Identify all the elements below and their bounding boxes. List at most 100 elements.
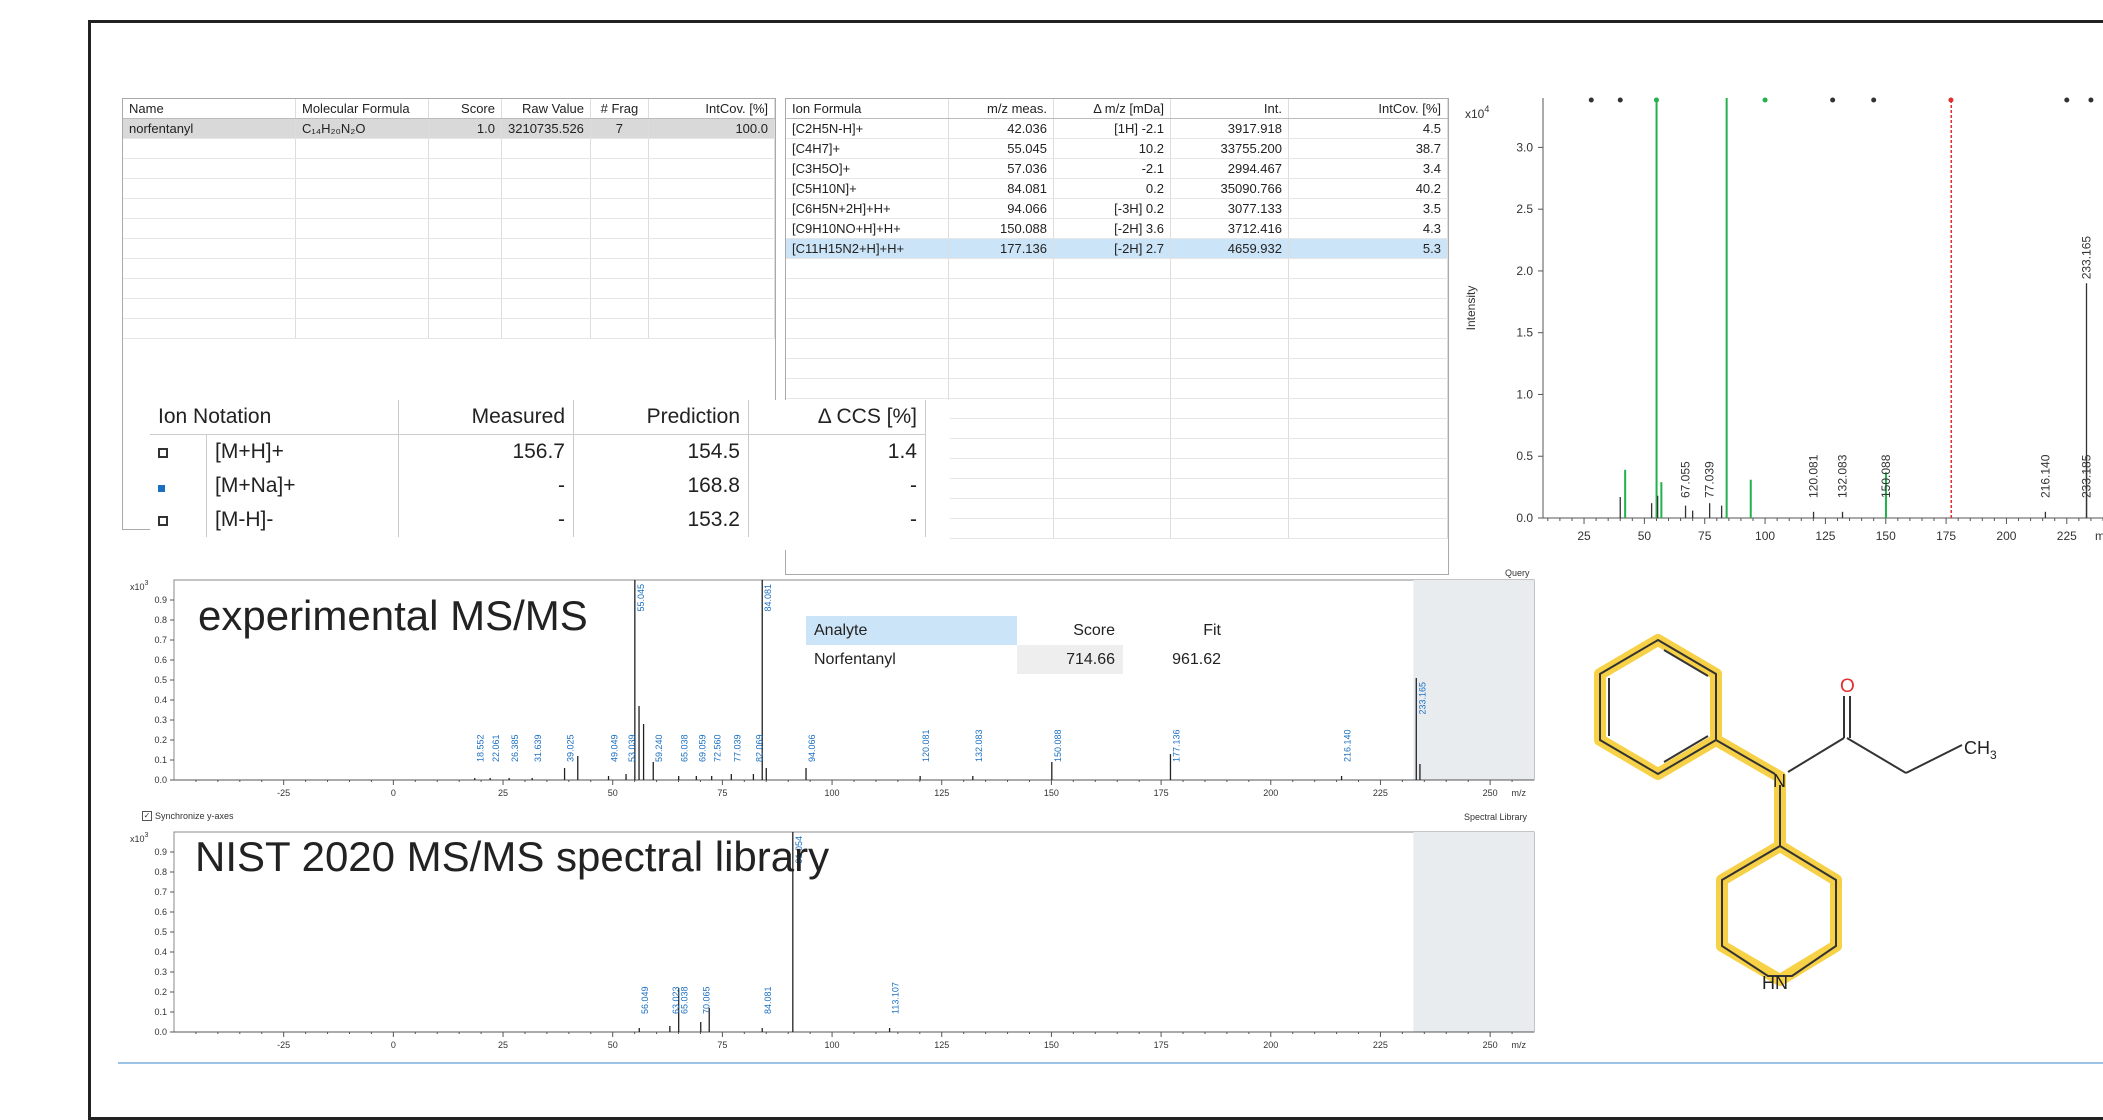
x-tick-label: 25 — [1577, 529, 1591, 540]
peak-label: 39.025 — [566, 734, 576, 762]
col-prediction[interactable]: Prediction — [573, 400, 749, 435]
peak-label: 177.136 — [1171, 729, 1181, 762]
col-name[interactable]: Name — [123, 99, 296, 119]
right-spectrum-chart: 0.0 0.5 1.0 1.5 2.0 2.5 3.0 25 50 75 100 125 150 175 2… — [1464, 97, 2103, 540]
x-tick-label: 0 — [391, 1040, 396, 1050]
empty-row — [786, 318, 1448, 339]
x-tick-label: 75 — [717, 1040, 727, 1050]
cell-delta: - — [748, 503, 926, 537]
x-tick-label: 75 — [1698, 529, 1712, 540]
cell-prediction: 153.2 — [573, 503, 749, 537]
table-row[interactable]: [M+Na]+ - 168.8 - — [150, 469, 926, 503]
table-cell: [C3H5O]+ — [786, 158, 949, 179]
peak-label: 150.088 — [1879, 454, 1893, 498]
table-row[interactable]: [C3H5O]+ 57.036 -2.1 2994.467 3.4 — [786, 158, 1448, 179]
col-intcov[interactable]: IntCov. [%] — [648, 99, 776, 119]
col-int[interactable]: Int. — [1170, 99, 1289, 119]
top-marker — [2088, 97, 2094, 103]
table-row[interactable]: [C5H10N]+ 84.081 0.2 35090.766 40.2 — [786, 178, 1448, 199]
peak-label: 233.165 — [1417, 682, 1427, 715]
table-cell: [C4H7]+ — [786, 138, 949, 159]
col-fit[interactable]: Fit — [1123, 616, 1229, 645]
table-row[interactable]: [C6H5N+2H]+H+ 94.066 [-3H] 0.2 3077.133 3.5 — [786, 198, 1448, 219]
col-formula[interactable]: Molecular Formula — [295, 99, 429, 119]
peak-label: 65.038 — [680, 986, 690, 1014]
col-raw-value[interactable]: Raw Value — [501, 99, 591, 119]
col-analyte[interactable]: Analyte — [806, 616, 1017, 645]
table-row[interactable]: [C11H15N2+H]+H+ 177.136 [-2H] 2.7 4659.932 5… — [786, 238, 1448, 259]
table-row[interactable]: [C4H7]+ 55.045 10.2 33755.200 38.7 — [786, 138, 1448, 159]
top-marker — [1948, 97, 1954, 103]
top-marker — [1871, 97, 1877, 103]
table-row[interactable]: [C9H10NO+H]+H+ 150.088 [-2H] 3.6 3712.416 4.… — [786, 218, 1448, 239]
y-tick-label: 0.5 — [154, 927, 167, 937]
x-tick-label: 225 — [1373, 788, 1388, 798]
x-tick-label: 200 — [1996, 529, 2016, 540]
col-score[interactable]: Score — [1017, 616, 1123, 645]
table-row[interactable]: [C2H5N-H]+ 42.036 [1H] -2.1 3917.918 4.5 — [786, 118, 1448, 139]
empty-row — [123, 278, 776, 299]
library-label: NIST 2020 MS/MS spectral library — [195, 833, 830, 880]
x-tick-label: 75 — [717, 788, 727, 798]
col-frag[interactable]: # Frag — [590, 99, 649, 119]
y-tick-label: 0.3 — [154, 715, 167, 725]
table-row[interactable]: Norfentanyl 714.66 961.62 — [806, 645, 1229, 674]
x-tick-label: -25 — [277, 1040, 290, 1050]
x-tick-label: 175 — [1936, 529, 1956, 540]
peak-label: 67.055 — [1679, 461, 1693, 498]
x-tick-label: 100 — [1755, 529, 1775, 540]
fragment-header-row: Ion Formula m/z meas. Δ m/z [mDa] Int. I… — [786, 99, 1448, 119]
highlight-layer — [1594, 634, 1842, 986]
oxygen-label: O — [1840, 676, 1855, 697]
cell-ion: [M+Na]+ — [206, 469, 399, 503]
col-intcov[interactable]: IntCov. [%] — [1288, 99, 1448, 119]
table-cell: 42.036 — [948, 118, 1054, 139]
peak-label: 65.038 — [680, 734, 690, 762]
col-mz-meas[interactable]: m/z meas. — [948, 99, 1054, 119]
y-tick-label: 0.1 — [154, 1007, 167, 1017]
experimental-label: experimental MS/MS — [198, 592, 588, 639]
table-cell: -2.1 — [1053, 158, 1171, 179]
col-delta-ccs[interactable]: Δ CCS [%] — [748, 400, 926, 435]
y-tick-label: 0.8 — [154, 615, 167, 625]
table-cell: 4659.932 — [1170, 238, 1289, 259]
peak-label: 77.039 — [732, 734, 742, 762]
cell-fit: 961.62 — [1172, 650, 1221, 668]
y-tick-label: 0.7 — [154, 635, 167, 645]
x-axis-label: m/ — [2095, 529, 2103, 540]
y-tick-label: 0.2 — [154, 987, 167, 997]
top-marker — [1653, 97, 1659, 103]
cell-analyte: Norfentanyl — [814, 650, 896, 668]
y-tick-label: 0.4 — [154, 947, 167, 957]
x-tick-label: 225 — [2057, 529, 2077, 540]
x-tick-label: -25 — [277, 788, 290, 798]
query-label: Query — [1505, 568, 1530, 578]
peak-label: 132.083 — [974, 729, 984, 762]
x-tick-label: 100 — [825, 788, 840, 798]
table-row[interactable]: norfentanyl C₁₄H₂₀N₂O 1.0 3210735.526 7 … — [123, 118, 776, 139]
col-ion-notation[interactable]: Ion Notation — [150, 400, 399, 435]
empty-row — [123, 218, 776, 239]
peak-label: 59.240 — [654, 734, 664, 762]
peak-label: 94.066 — [807, 734, 817, 762]
y-tick-label: 0.9 — [154, 847, 167, 857]
top-marker — [1617, 97, 1623, 103]
col-ion-formula[interactable]: Ion Formula — [786, 99, 949, 119]
empty-row — [786, 298, 1448, 319]
col-measured[interactable]: Measured — [398, 400, 574, 435]
col-score[interactable]: Score — [428, 99, 502, 119]
peak-label: 120.081 — [921, 729, 931, 762]
table-cell: 4.3 — [1288, 218, 1448, 239]
table-row[interactable]: [M-H]- - 153.2 - — [150, 503, 926, 537]
ccs-header-row: Ion Notation Measured Prediction Δ CCS [… — [150, 400, 926, 435]
x-tick-label: 125 — [1815, 529, 1835, 540]
table-cell: 35090.766 — [1170, 178, 1289, 199]
cell-delta: 1.4 — [748, 434, 926, 469]
col-delta-mz[interactable]: Δ m/z [mDa] — [1053, 99, 1171, 119]
open-square-marker-icon — [150, 434, 207, 469]
peak-label: 77.039 — [1703, 461, 1717, 498]
table-row[interactable]: [M+H]+ 156.7 154.5 1.4 — [150, 434, 926, 469]
empty-row — [786, 258, 1448, 279]
methyl-label: CH3 — [1964, 738, 1997, 762]
analyte-table: Analyte Score Fit Norfentanyl 714.66 961… — [806, 616, 1229, 674]
